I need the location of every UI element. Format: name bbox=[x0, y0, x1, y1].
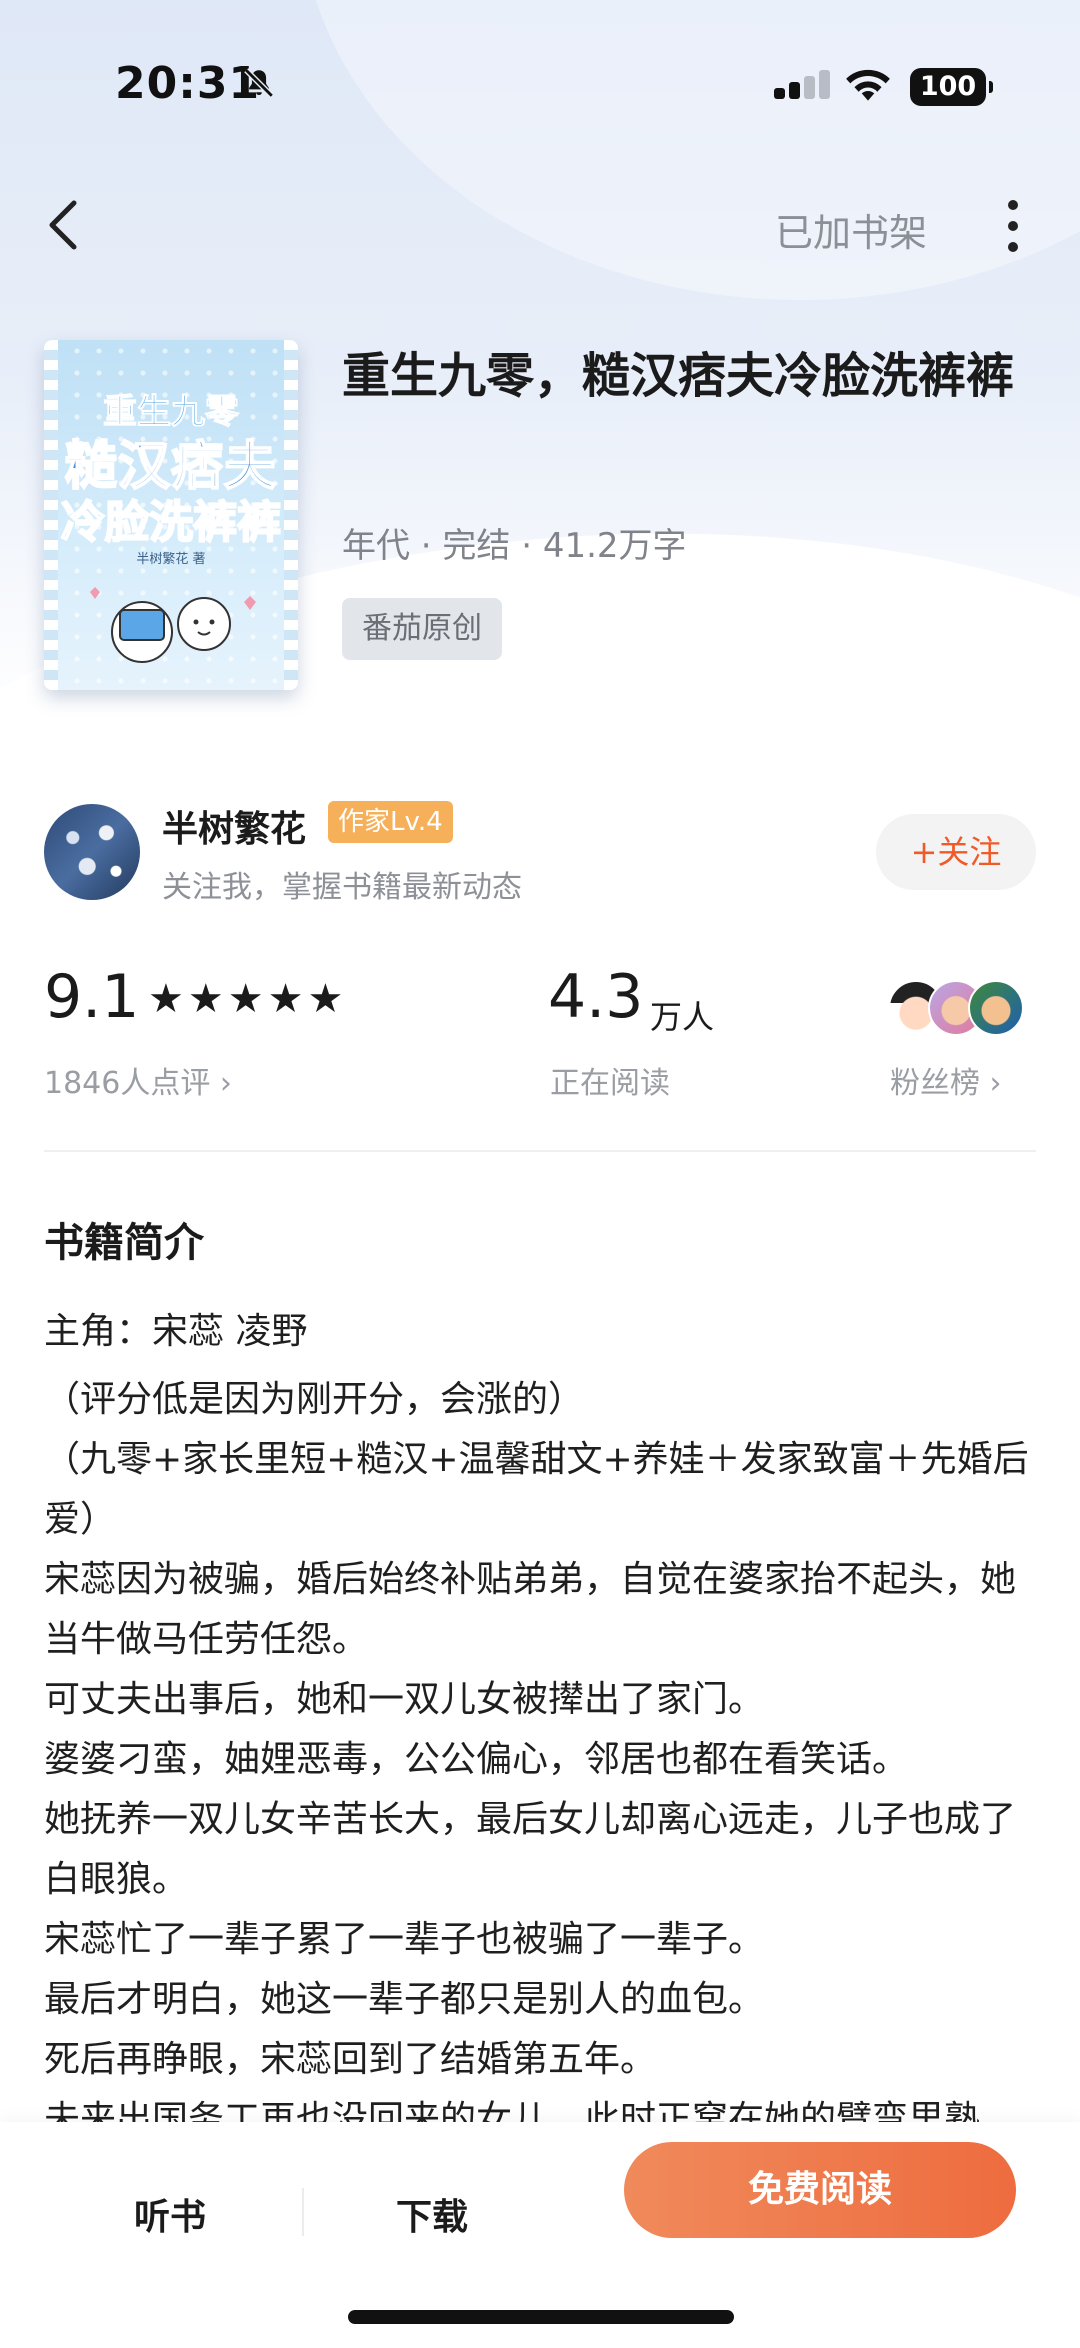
synopsis-line: 可丈夫出事后，她和一双儿女被撵出了家门。 bbox=[44, 1679, 765, 1720]
synopsis-line: 死后再睁眼，宋蕊回到了结婚第五年。 bbox=[44, 2039, 657, 2080]
back-button[interactable] bbox=[40, 195, 90, 255]
added-to-shelf-label[interactable]: 已加书架 bbox=[775, 202, 927, 257]
synopsis-line: 宋蕊因为被骗，婚后始终补贴弟弟，自觉在婆家抬不起头，她当牛做马任劳任怨。 bbox=[44, 1559, 1017, 1660]
synopsis-line: 婆婆刁蛮，妯娌恶毒，公公偏心，邻居也都在看笑话。 bbox=[44, 1739, 909, 1780]
battery-indicator: 100 bbox=[910, 68, 993, 106]
fan-avatar bbox=[968, 980, 1024, 1036]
free-read-button[interactable]: 免费阅读 bbox=[624, 2142, 1016, 2238]
readers-count: 4.3 bbox=[548, 962, 644, 1032]
synopsis-line: （评分低是因为刚开分，会涨的） bbox=[44, 1379, 585, 1420]
fan-avatars[interactable] bbox=[888, 980, 1038, 1040]
fans-ranking-link[interactable]: 粉丝榜 › bbox=[890, 1058, 1002, 1102]
home-indicator[interactable] bbox=[348, 2310, 734, 2324]
wifi-icon bbox=[846, 69, 890, 101]
synopsis-line: 主角：宋蕊 凌野 bbox=[44, 1311, 308, 1352]
author-name[interactable]: 半树繁花 bbox=[162, 800, 306, 852]
more-options-button[interactable] bbox=[998, 196, 1028, 256]
book-title: 重生九零，糙汉痞夫冷脸洗裤裤 bbox=[342, 348, 1015, 404]
synopsis-line: （九零+家长里短+糙汉+温馨甜文+养娃＋发家致富＋先婚后爱） bbox=[44, 1439, 1029, 1540]
synopsis-line: 最后才明白，她这一辈子都只是别人的血包。 bbox=[44, 1979, 765, 2020]
readers-label: 正在阅读 bbox=[550, 1066, 670, 1101]
cellular-signal-icon bbox=[774, 70, 830, 106]
synopsis-title: 书籍简介 bbox=[44, 1220, 204, 1266]
status-bar: 20:31 100 bbox=[0, 0, 1080, 130]
author-level-badge: 作家Lv.4 bbox=[328, 801, 453, 843]
author-description: 关注我，掌握书籍最新动态 bbox=[162, 870, 522, 905]
status-time: 20:31 bbox=[115, 58, 261, 109]
bottom-action-bar: 听书 下载 免费阅读 bbox=[0, 2122, 1080, 2348]
bell-slash-icon bbox=[244, 68, 274, 98]
cover-title-line3: 冷脸洗裤裤 bbox=[60, 496, 282, 549]
synopsis-line: 她抚养一双儿女辛苦长大，最后女儿却离心远走，儿子也成了白眼狼。 bbox=[44, 1799, 1017, 1900]
reviews-link[interactable]: 1846人点评 › bbox=[44, 1058, 232, 1102]
readers-unit: 万人 bbox=[650, 998, 715, 1036]
book-meta: 年代 · 完结 · 41.2万字 bbox=[342, 526, 687, 566]
divider bbox=[44, 1150, 1036, 1152]
avatar[interactable] bbox=[44, 804, 140, 900]
book-cover[interactable]: 重生九零 糙汉痞夫 冷脸洗裤裤 半树繁花 著 bbox=[44, 340, 298, 690]
bar-separator bbox=[302, 2188, 304, 2236]
follow-button[interactable]: +关注 bbox=[876, 814, 1036, 890]
source-tag[interactable]: 番茄原创 bbox=[342, 598, 502, 660]
synopsis-line: 宋蕊忙了一辈子累了一辈子也被骗了一辈子。 bbox=[44, 1919, 765, 1960]
cover-illustration bbox=[90, 587, 256, 663]
synopsis-text[interactable]: 主角：宋蕊 凌野 （评分低是因为刚开分，会涨的） （九零+家长里短+糙汉+温馨甜… bbox=[44, 1302, 1040, 2150]
listen-button[interactable]: 听书 bbox=[90, 2170, 250, 2266]
download-button[interactable]: 下载 bbox=[352, 2170, 512, 2266]
rating-score: 9.1 bbox=[44, 962, 140, 1032]
rating-stars: ★★★★★ bbox=[148, 976, 348, 1022]
